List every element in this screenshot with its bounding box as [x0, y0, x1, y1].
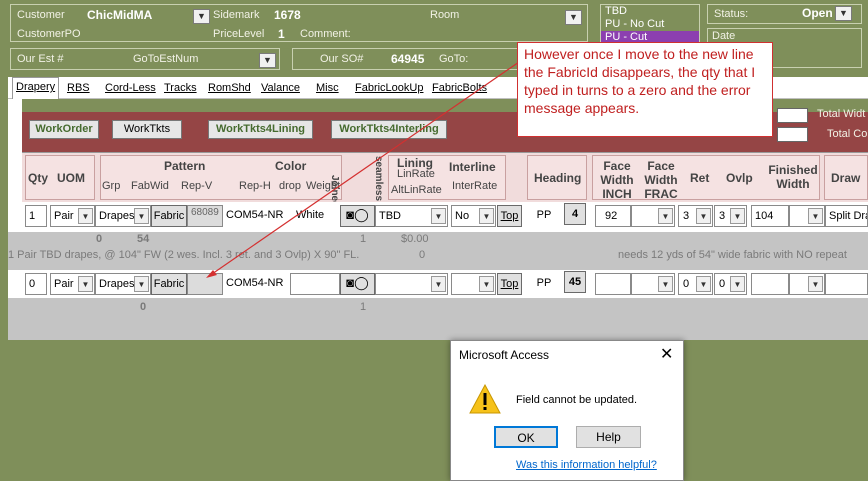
close-icon[interactable]: ✕	[660, 344, 673, 364]
help-button[interactable]: Help	[576, 426, 641, 448]
ok-button[interactable]: OK	[494, 426, 558, 448]
error-dialog: Microsoft Access ✕ Field cannot be updat…	[450, 340, 684, 481]
annotation-callout: However once I move to the new line the …	[517, 42, 773, 137]
helpful-link[interactable]: Was this information helpful?	[516, 459, 657, 471]
dialog-message: Field cannot be updated.	[516, 394, 638, 406]
warning-icon	[469, 384, 501, 414]
dialog-title: Microsoft Access	[459, 348, 550, 362]
